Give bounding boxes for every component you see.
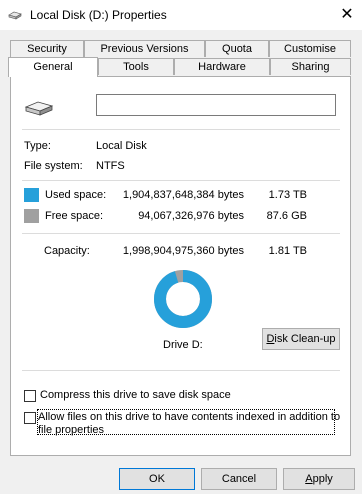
used-space-bytes: 1,904,837,648,384 bytes (122, 189, 244, 201)
tab-sharing[interactable]: Sharing (270, 58, 351, 75)
window-title: Local Disk (D:) Properties (30, 8, 167, 22)
title-bar: Local Disk (D:) Properties ✕ (0, 0, 362, 30)
drive-icon (24, 101, 54, 116)
compress-label[interactable]: Compress this drive to save disk space (40, 389, 231, 401)
ok-button[interactable]: OK (119, 468, 195, 490)
type-label: Type: (24, 140, 51, 152)
tab-security[interactable]: Security (10, 40, 84, 57)
drive-icon (8, 11, 22, 20)
used-space-size: 1.73 TB (268, 189, 307, 201)
cancel-button[interactable]: Cancel (201, 468, 277, 490)
file-system-label: File system: (24, 160, 83, 172)
apply-label-tail: pply (312, 473, 333, 485)
capacity-size: 1.81 TB (268, 245, 307, 257)
close-icon[interactable]: ✕ (332, 0, 362, 30)
used-space-arc (154, 270, 212, 328)
tab-customise[interactable]: Customise (269, 40, 351, 57)
drive-name-input[interactable] (96, 94, 336, 116)
divider (22, 370, 340, 371)
capacity-bytes: 1,998,904,975,360 bytes (122, 245, 244, 257)
used-space-label: Used space: (45, 189, 107, 201)
free-space-label: Free space: (45, 210, 104, 222)
type-value: Local Disk (96, 140, 147, 152)
capacity-label: Capacity: (44, 245, 90, 257)
disk-cleanup-button[interactable]: Disk Clean-up (262, 328, 340, 350)
free-space-bytes: 94,067,326,976 bytes (138, 210, 244, 222)
tab-tools[interactable]: Tools (98, 58, 174, 75)
apply-button[interactable]: Apply (283, 468, 355, 490)
tab-quota[interactable]: Quota (205, 40, 269, 57)
index-label-line1[interactable]: Allow files on this drive to have conten… (38, 411, 340, 423)
index-label-line2[interactable]: file properties (38, 424, 104, 436)
disk-cleanup-label: isk Clean-up (274, 333, 336, 345)
compress-checkbox[interactable] (24, 390, 36, 402)
tab-general[interactable]: General (8, 57, 98, 77)
file-system-value: NTFS (96, 160, 125, 172)
usage-donut-chart (154, 270, 212, 328)
tab-previous-versions[interactable]: Previous Versions (84, 40, 205, 57)
free-space-swatch (24, 209, 39, 223)
drive-label: Drive D: (163, 339, 203, 351)
index-checkbox[interactable] (24, 412, 36, 424)
tab-hardware[interactable]: Hardware (174, 58, 270, 75)
divider (22, 233, 340, 234)
divider (22, 129, 340, 130)
free-space-size: 87.6 GB (266, 210, 307, 222)
used-space-swatch (24, 188, 39, 202)
divider (22, 180, 340, 181)
